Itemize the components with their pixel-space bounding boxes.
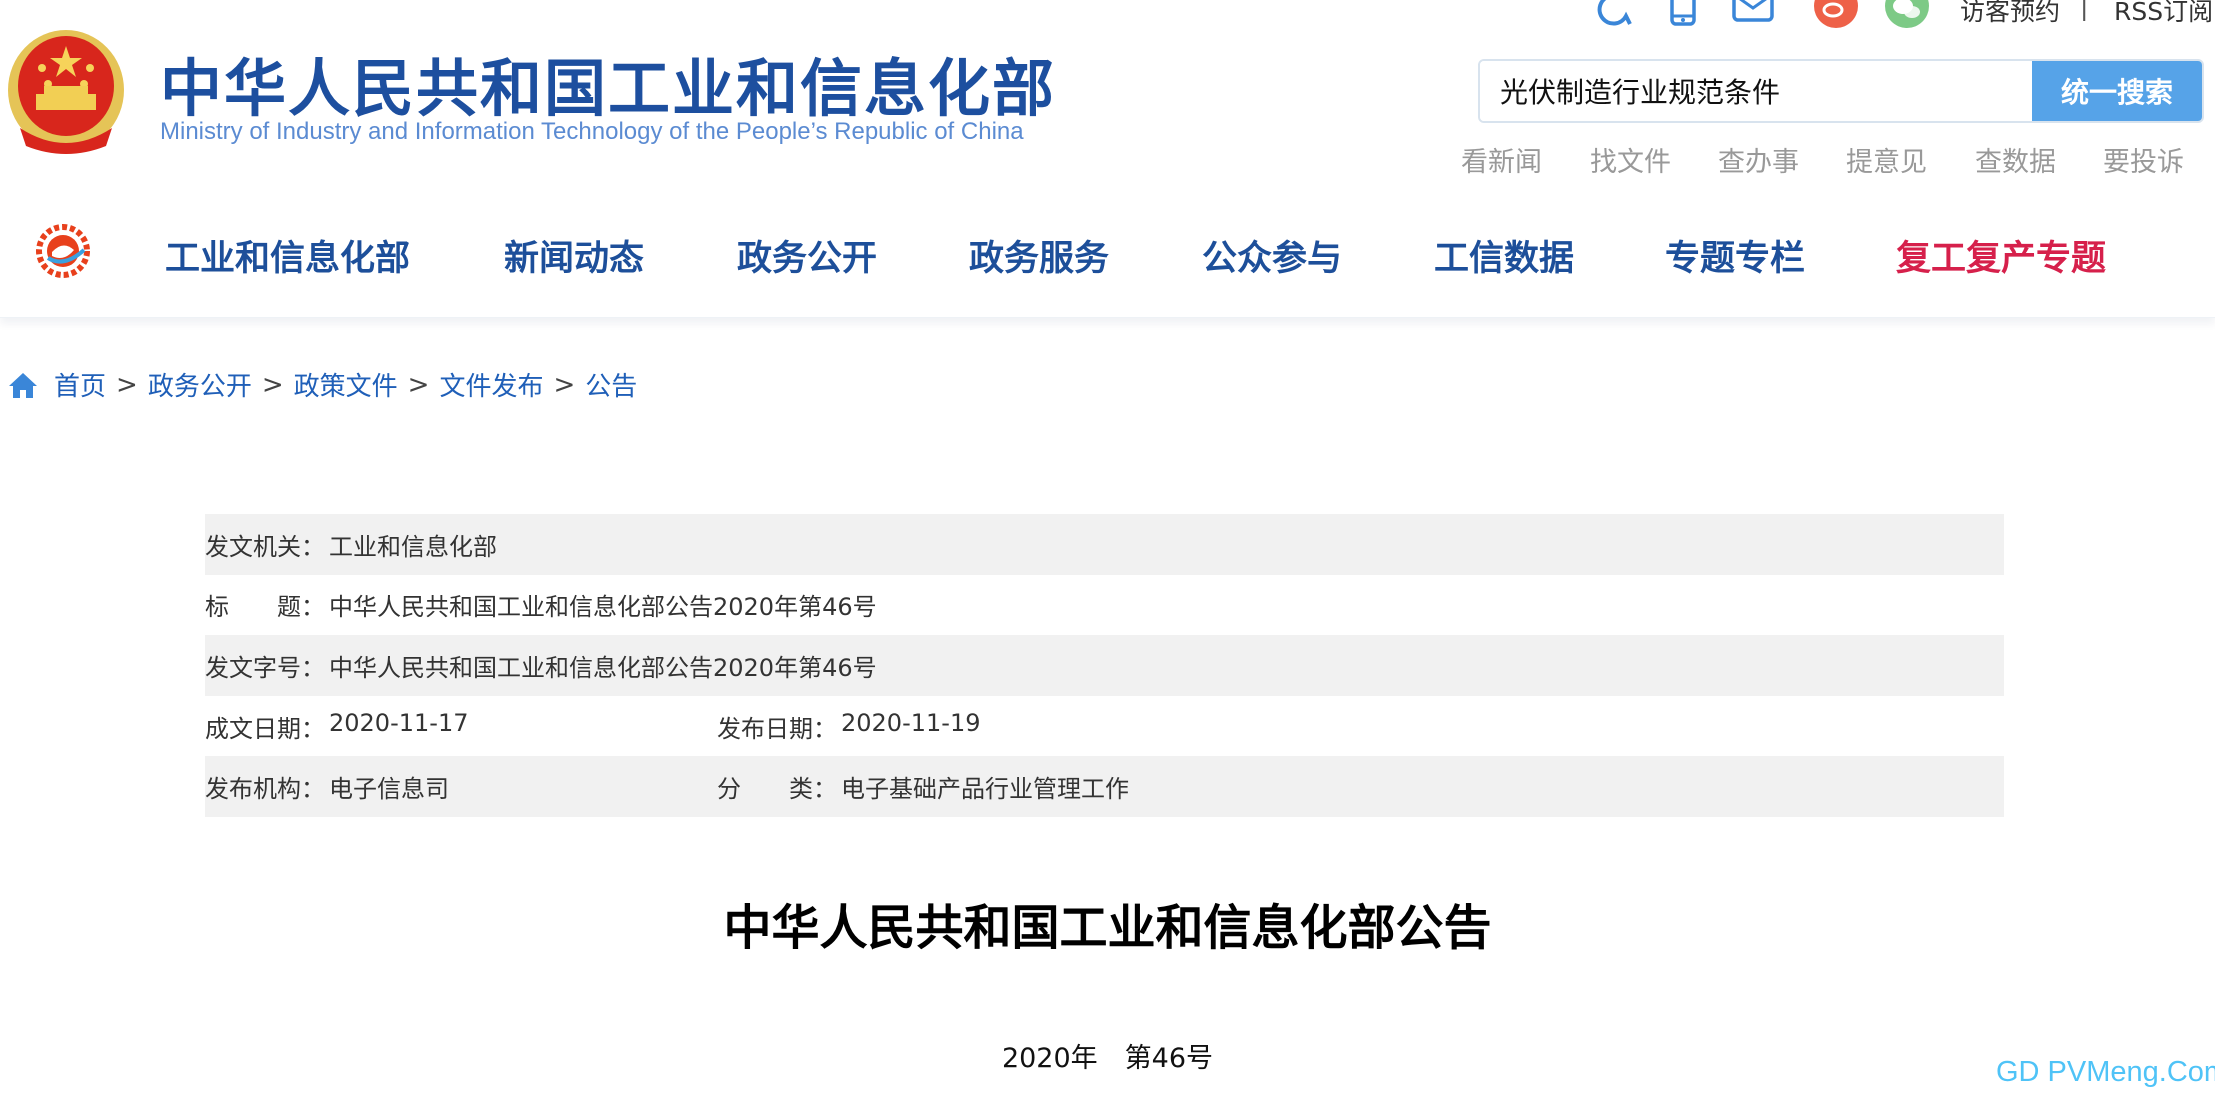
quick-link-files[interactable]: 找文件 [1590,140,1671,179]
nav-item-gov-services[interactable]: 政务服务 [969,230,1109,281]
title-value: 中华人民共和国工业和信息化部公告2020年第46号 [329,593,877,622]
quick-link-complaint[interactable]: 要投诉 [2103,140,2184,179]
issuer-value: 工业和信息化部 [329,532,497,561]
breadcrumb: 首页 > 政务公开 > 政策文件 > 文件发布 > 公告 [8,366,637,403]
home-icon[interactable] [8,371,38,399]
accessibility-icon[interactable] [1590,0,1636,28]
published-date-value: 2020-11-19 [841,708,981,737]
nav-item-topics[interactable]: 专题专栏 [1665,230,1805,281]
mail-icon[interactable] [1730,0,1776,28]
meta-row-docno: 发文字号： 中华人民共和国工业和信息化部公告2020年第46号 [205,635,2004,696]
meta-row-dates: 成文日期： 2020-11-17 发布日期： 2020-11-19 [205,696,2004,757]
rss-link[interactable]: RSS订阅 [2114,0,2213,28]
quick-link-news[interactable]: 看新闻 [1461,140,1542,179]
written-date-label: 成文日期： [205,714,325,743]
published-date-label: 发布日期： [717,714,837,743]
written-date-value: 2020-11-17 [329,708,469,737]
org-label: 发布机构： [205,775,325,804]
miit-logo-icon[interactable] [34,222,92,280]
quick-link-suggest[interactable]: 提意见 [1846,140,1927,179]
category-label: 分 类： [717,775,837,804]
issuer-label: 发文机关： [205,532,325,561]
breadcrumb-separator: > [116,369,138,400]
site-subtitle: Ministry of Industry and Information Tec… [160,118,1024,145]
nav-item-public[interactable]: 公众参与 [1202,230,1342,281]
document-heading: 中华人民共和国工业和信息化部公告 [723,900,1492,956]
meta-row-title: 标 题： 中华人民共和国工业和信息化部公告2020年第46号 [205,575,2004,636]
quick-link-services[interactable]: 查办事 [1718,140,1799,179]
breadcrumb-gov-affairs[interactable]: 政务公开 [148,366,252,403]
watermark: GD PVMeng.Com [1996,1056,2215,1088]
breadcrumb-separator: > [261,369,284,400]
document-number: 2020年 第46号 [1001,1043,1214,1074]
national-emblem-logo [8,30,124,154]
quick-link-data[interactable]: 查数据 [1975,140,2056,179]
docno-label: 发文字号： [205,653,325,682]
breadcrumb-separator: > [407,369,430,400]
meta-row-org: 发布机构： 电子信息司 分 类： 电子基础产品行业管理工作 [205,756,2004,817]
org-value: 电子信息司 [329,775,449,804]
title-label: 标 题： [205,593,325,622]
docno-value: 中华人民共和国工业和信息化部公告2020年第46号 [329,653,877,682]
weibo-icon[interactable] [1813,0,1859,32]
wechat-icon[interactable] [1884,0,1930,32]
breadcrumb-release[interactable]: 文件发布 [439,366,543,403]
nav-item-miit[interactable]: 工业和信息化部 [165,230,410,281]
search-button[interactable]: 统一搜索 [2032,61,2202,121]
breadcrumb-notice[interactable]: 公告 [585,366,637,403]
search-box: 统一搜索 [1478,59,2204,123]
nav-item-data[interactable]: 工信数据 [1434,230,1574,281]
document-metadata-table: 发文机关： 工业和信息化部 标 题： 中华人民共和国工业和信息化部公告2020年第4… [205,514,2004,817]
nav-item-gov-affairs[interactable]: 政务公开 [737,230,877,281]
breadcrumb-policy[interactable]: 政策文件 [294,366,398,403]
breadcrumb-separator: > [553,369,576,400]
category-value: 电子基础产品行业管理工作 [841,775,1129,804]
mobile-icon[interactable] [1660,0,1706,28]
site-title[interactable]: 中华人民共和国工业和信息化部 [160,38,1056,128]
top-links-divider: | [2080,0,2089,21]
meta-row-issuer: 发文机关： 工业和信息化部 [205,514,2004,575]
breadcrumb-home[interactable]: 首页 [54,366,106,403]
search-input[interactable] [1480,61,2032,121]
nav-item-news[interactable]: 新闻动态 [504,230,644,281]
nav-item-resumption[interactable]: 复工复产专题 [1896,230,2106,281]
visit-appointment-link[interactable]: 访客预约 [1960,0,2060,28]
